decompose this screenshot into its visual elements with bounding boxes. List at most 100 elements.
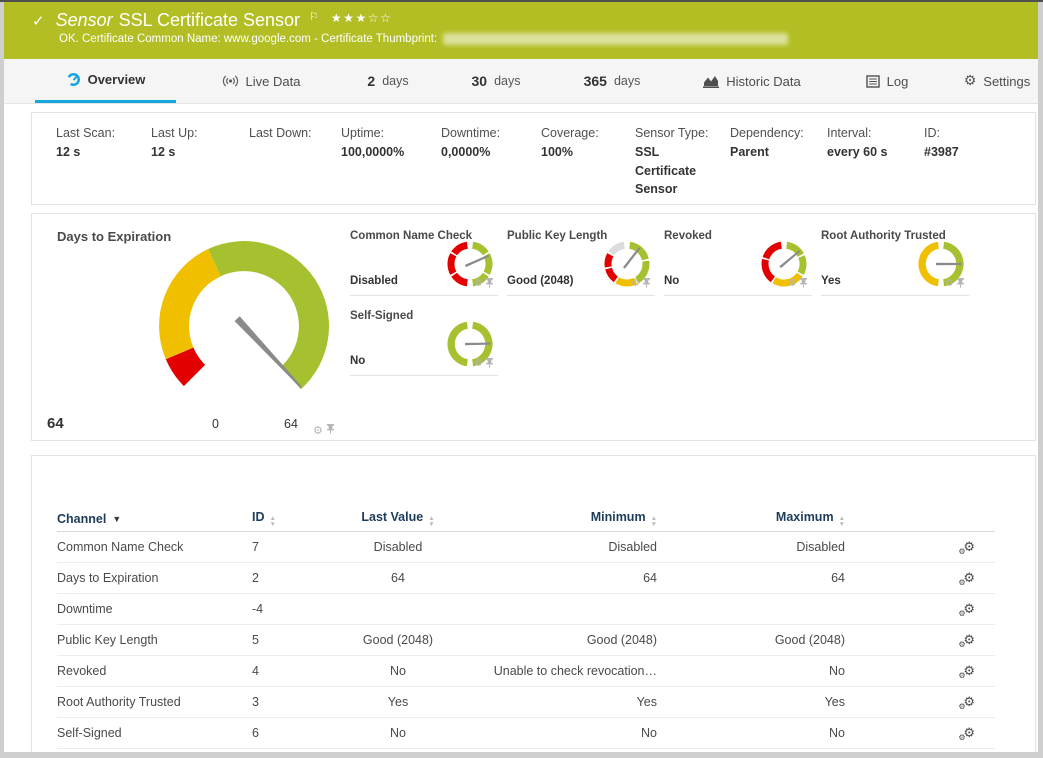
- flag-icon[interactable]: ⚐: [309, 10, 319, 23]
- pin-icon[interactable]: [485, 355, 494, 373]
- tab-number: 365: [583, 73, 607, 89]
- tab-2-days[interactable]: 2 days: [356, 59, 420, 103]
- channel-settings-gear-icon[interactable]: ⚙ ⚙: [958, 572, 975, 585]
- tab-365-days[interactable]: 365 days: [576, 59, 648, 103]
- cell-id: 2: [252, 571, 259, 585]
- cell-last-value: 64: [391, 571, 405, 585]
- gauge-icon: [66, 72, 81, 87]
- channel-settings-gear-icon[interactable]: ⚙ ⚙: [958, 727, 975, 740]
- pin-icon[interactable]: [485, 275, 494, 293]
- info-last-scan: Last Scan: 12 s: [56, 124, 151, 204]
- gear-icon[interactable]: ⚙: [474, 359, 483, 369]
- cell-last-value: Disabled: [373, 540, 423, 554]
- gear-icon[interactable]: ⚙: [945, 279, 954, 289]
- prtg-sensor-page: ✓ Sensor SSL Certificate Sensor ⚐ ★★★☆☆ …: [0, 0, 1043, 758]
- tab-label: Live Data: [245, 73, 301, 89]
- channel-settings-gear-icon[interactable]: ⚙ ⚙: [958, 603, 975, 616]
- cell-maximum: 64: [831, 571, 845, 585]
- gauge-common-name-check: Common Name Check Disabled ⚙: [350, 228, 498, 296]
- cell-maximum: Disabled: [796, 540, 845, 554]
- info-value: every 60 s: [827, 144, 888, 159]
- sensor-header: ✓ Sensor SSL Certificate Sensor ⚐ ★★★☆☆ …: [4, 2, 1038, 59]
- info-last-down: Last Down:: [249, 124, 341, 204]
- column-header-id[interactable]: ID ▲ ▼: [252, 510, 314, 527]
- tab-historic-data[interactable]: Historic Data: [696, 59, 808, 103]
- info-value: 100,0000%: [341, 144, 405, 159]
- pin-icon[interactable]: [799, 275, 808, 293]
- sensor-status-row: OK. Certificate Common Name: www.google.…: [59, 33, 1038, 45]
- gauge-root-authority-trusted: Root Authority Trusted Yes ⚙: [821, 228, 969, 296]
- tab-live-data[interactable]: Live Data: [196, 59, 326, 103]
- gauge-public-key-length: Public Key Length Good (2048) ⚙: [507, 228, 655, 296]
- channel-row-common-name-check: Common Name Check 7 Disabled Disabled Disabl…: [57, 532, 995, 563]
- channel-row-root-authority-trusted: Root Authority Trusted 3 Yes Yes Yes ⚙ ⚙: [57, 687, 995, 718]
- tab-log[interactable]: Log: [856, 59, 918, 103]
- pin-icon[interactable]: [956, 275, 965, 293]
- tab-label: Log: [886, 73, 909, 89]
- tab-30-days[interactable]: 30 days: [464, 59, 528, 103]
- tab-label: Settings: [983, 73, 1031, 89]
- thumbprint-redacted-value: [443, 33, 789, 45]
- info-coverage: Coverage: 100%: [541, 124, 635, 204]
- broadcast-icon: [222, 74, 239, 88]
- cell-minimum: Good (2048): [586, 633, 657, 647]
- channel-row-days-to-expiration: Days to Expiration 2 64 64 64 ⚙ ⚙: [57, 563, 995, 594]
- table-header-row: Channel ▼ ID ▲ ▼ Last Value ▲ ▼ Minimum ▲ ▼ Maximum…: [57, 506, 995, 532]
- status-check-icon: ✓: [32, 12, 45, 30]
- gauges-panel: Days to Expiration 64 0 64 ⚙ Common Name…: [31, 213, 1036, 441]
- cell-channel: Revoked: [57, 664, 107, 678]
- info-uptime: Uptime: 100,0000%: [341, 124, 441, 204]
- info-label: Sensor Type:: [635, 126, 709, 140]
- cell-minimum: 64: [643, 571, 657, 585]
- tab-overview[interactable]: Overview: [35, 59, 176, 103]
- info-sensor-type: Sensor Type: SSL Certificate Sensor: [635, 124, 730, 204]
- tab-settings[interactable]: ⚙ Settings: [956, 59, 1038, 103]
- info-value: 12 s: [56, 144, 81, 159]
- channel-settings-gear-icon[interactable]: ⚙ ⚙: [958, 541, 975, 554]
- cell-id: -4: [252, 602, 264, 616]
- gear-icon[interactable]: ⚙: [474, 279, 483, 289]
- column-header-channel[interactable]: Channel ▼: [57, 512, 252, 526]
- info-value: SSL Certificate Sensor: [635, 144, 697, 197]
- cell-minimum: No: [641, 726, 657, 740]
- info-label: Last Scan:: [56, 126, 116, 140]
- main-gauge-actions: ⚙: [313, 421, 335, 439]
- gear-icon[interactable]: ⚙: [313, 425, 323, 436]
- gauge-actions: ⚙: [474, 275, 494, 293]
- chart-icon: [703, 75, 720, 88]
- channel-row-public-key-length: Public Key Length 5 Good (2048) Good (2048)…: [57, 625, 995, 656]
- sort-desc-icon: ▼: [112, 513, 122, 524]
- tab-label: Historic Data: [726, 73, 801, 89]
- column-label: ID: [252, 510, 265, 524]
- gauge-actions: ⚙: [788, 275, 808, 293]
- page-title: SSL Certificate Sensor: [118, 10, 301, 30]
- log-icon: [865, 74, 880, 88]
- gear-icon[interactable]: ⚙: [788, 279, 797, 289]
- channel-settings-gear-icon[interactable]: ⚙ ⚙: [958, 665, 975, 678]
- tab-unit: days: [613, 74, 641, 88]
- channel-row-revoked: Revoked 4 No Unable to check revocation… No ⚙…: [57, 656, 995, 687]
- channel-row-downtime: Downtime -4 ⚙ ⚙: [57, 594, 995, 625]
- pin-icon[interactable]: [326, 421, 335, 439]
- info-last-up: Last Up: 12 s: [151, 124, 249, 204]
- column-header-last-value[interactable]: Last Value ▲ ▼: [314, 510, 482, 527]
- column-header-minimum[interactable]: Minimum ▲ ▼: [482, 510, 657, 527]
- priority-stars[interactable]: ★★★☆☆: [331, 11, 392, 25]
- info-id: ID: #3987: [924, 124, 973, 204]
- channel-settings-gear-icon[interactable]: ⚙ ⚙: [958, 696, 975, 709]
- sort-icon: ▲ ▼: [838, 515, 845, 527]
- info-label: Last Up:: [151, 126, 198, 140]
- info-interval: Interval: every 60 s: [827, 124, 924, 204]
- column-label: Maximum: [775, 510, 834, 524]
- gauge-value: Yes: [821, 275, 841, 287]
- channel-settings-gear-icon[interactable]: ⚙ ⚙: [958, 634, 975, 647]
- column-label: Channel: [57, 511, 107, 526]
- tab-unit: days: [382, 74, 409, 88]
- gear-icon[interactable]: ⚙: [631, 279, 640, 289]
- column-header-maximum[interactable]: Maximum ▲ ▼: [657, 510, 845, 527]
- cell-maximum: No: [829, 726, 845, 740]
- cell-id: 4: [252, 664, 259, 678]
- pin-icon[interactable]: [642, 275, 651, 293]
- cell-id: 7: [252, 540, 259, 554]
- column-label: Minimum: [590, 510, 646, 524]
